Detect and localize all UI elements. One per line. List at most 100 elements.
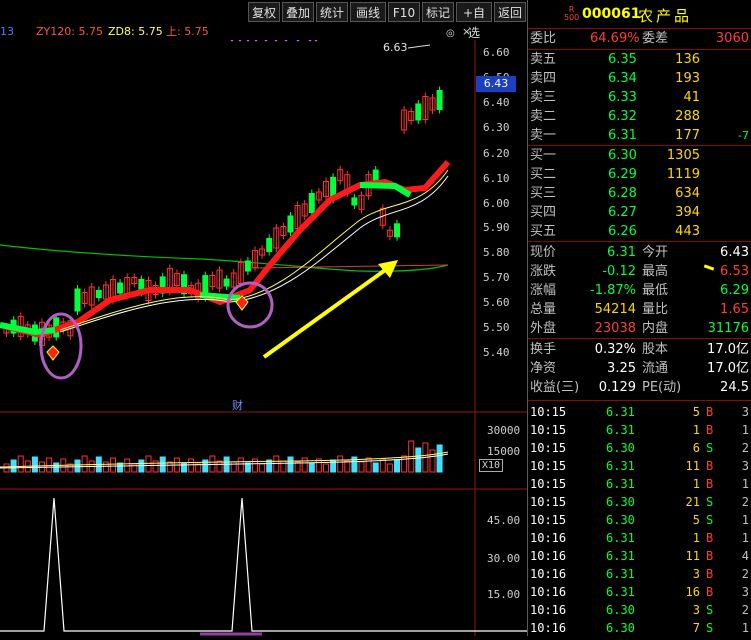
buy-level-label: 买一: [530, 148, 557, 163]
tick-count: 1: [741, 477, 749, 491]
stat-row: 收益(三) 0.129 PE(动) 24.5: [528, 379, 751, 397]
tick-side: S: [706, 441, 714, 455]
tick-row[interactable]: 10:15 6.31 5 B 3: [528, 403, 751, 421]
quote-row: 外盘 23038 内盘 31176: [528, 320, 751, 338]
price-axis-tick: 6.00: [483, 197, 510, 210]
tick-price: 6.31: [606, 459, 635, 473]
tick-row[interactable]: 10:15 6.31 11 B 3: [528, 457, 751, 475]
volume-bar: [273, 455, 280, 473]
sell-level-label: 卖二: [530, 109, 557, 124]
tick-volume: 11: [685, 549, 700, 563]
price-axis-tick: 6.60: [483, 46, 510, 59]
back-button[interactable]: 返回: [494, 2, 526, 22]
tick-count: 1: [741, 513, 749, 527]
add-watchlist-button[interactable]: +自选: [456, 2, 492, 40]
tick-price: 6.31: [606, 549, 635, 563]
volume-bar: [216, 460, 223, 473]
quote-value-left: 54214: [594, 302, 636, 317]
tick-time: 10:15: [530, 495, 567, 509]
volume-bar: [74, 459, 81, 473]
tick-row[interactable]: 10:16 6.30 3 S 2: [528, 601, 751, 619]
weicha-label: 委差: [642, 31, 669, 46]
chart-canvas: [0, 38, 527, 636]
tick-volume: 7: [692, 621, 700, 635]
sell-level-row[interactable]: 卖一 6.31 177 -7: [528, 127, 751, 145]
tick-price: 6.31: [606, 567, 635, 581]
candlesticks: [3, 86, 443, 350]
restore-rights-button[interactable]: 复权: [248, 2, 280, 22]
volume-bar: [131, 463, 138, 473]
kline-chart[interactable]: 6.606.506.406.306.206.106.005.905.805.70…: [0, 38, 527, 636]
tick-row[interactable]: 10:15 6.31 1 B 1: [528, 475, 751, 493]
buy-level-volume: 443: [675, 224, 700, 239]
buy-level-price: 6.26: [608, 224, 637, 239]
stat-value-left: 3.25: [607, 361, 636, 376]
stock-badge-bottom: 500: [564, 13, 580, 22]
tick-price: 6.31: [606, 531, 635, 545]
stat-value-left: 0.129: [598, 380, 636, 395]
tick-row[interactable]: 10:16 6.31 3 B 2: [528, 565, 751, 583]
volume-bar: [394, 459, 400, 473]
buy-level-volume: 634: [675, 186, 700, 201]
tick-side: S: [706, 621, 714, 635]
tick-row[interactable]: 10:15 6.30 5 S 1: [528, 511, 751, 529]
tick-row[interactable]: 10:16 6.31 11 B 4: [528, 547, 751, 565]
tick-time: 10:15: [530, 459, 567, 473]
buy-level-row[interactable]: 买三 6.28 634: [528, 185, 751, 203]
sell-level-row[interactable]: 卖四 6.34 193: [528, 70, 751, 88]
tick-row[interactable]: 10:15 6.31 1 B 1: [528, 421, 751, 439]
tick-side: S: [706, 495, 714, 509]
buy-level-row[interactable]: 买一 6.30 1305: [528, 147, 751, 165]
price-axis-tick: 6.10: [483, 172, 510, 185]
stock-code: 000061: [582, 6, 641, 22]
weibi-row: 委比 64.69% 委差 3060: [528, 30, 751, 48]
osc-axis-15: 15.00: [487, 588, 521, 601]
sell-level-row[interactable]: 卖五 6.35 136: [528, 51, 751, 69]
buy-level-label: 买四: [530, 205, 557, 220]
tick-row[interactable]: 10:15 6.30 6 S 2: [528, 439, 751, 457]
quote-row: 涨幅 -1.87% 最低 6.29: [528, 282, 751, 300]
tick-side: B: [706, 459, 714, 473]
volume-bar: [81, 455, 88, 473]
price-axis-tick: 6.30: [483, 121, 510, 134]
tick-row[interactable]: 10:15 6.30 21 S 2: [528, 493, 751, 511]
sell-level-row[interactable]: 卖三 6.33 41: [528, 89, 751, 107]
buy-level-row[interactable]: 买五 6.26 443: [528, 223, 751, 241]
mark-button[interactable]: 标记: [422, 2, 454, 22]
price-axis-tick: 5.60: [483, 296, 510, 309]
tick-row[interactable]: 10:16 6.30 7 S 1: [528, 619, 751, 637]
stat-row: 净资 3.25 流通 17.0亿: [528, 360, 751, 378]
quote-label-right: 今开: [642, 245, 669, 260]
finance-marker[interactable]: 财: [232, 397, 243, 413]
sell-level-volume: 177: [675, 128, 700, 143]
volume-bar: [415, 447, 422, 473]
tick-time: 10:16: [530, 549, 567, 563]
buy-signal-diamond-left: [46, 345, 60, 361]
volume-bar: [259, 463, 266, 473]
tick-side: B: [706, 405, 714, 419]
tick-count: 4: [741, 549, 749, 563]
tick-time: 10:16: [530, 603, 567, 617]
quote-value-right: 6.43: [720, 245, 749, 260]
stock-name: 农产品: [638, 7, 693, 25]
quote-label-left: 涨幅: [530, 283, 557, 298]
tick-count: 2: [741, 441, 749, 455]
volume-bar: [344, 460, 351, 473]
tick-row[interactable]: 10:16 6.31 16 B 3: [528, 583, 751, 601]
buy-level-row[interactable]: 买四 6.27 394: [528, 204, 751, 222]
f10-button[interactable]: F10: [388, 2, 420, 22]
volume-bar: [301, 457, 308, 473]
statistics-button[interactable]: 统计: [316, 2, 348, 22]
sell-level-price: 6.33: [608, 90, 637, 105]
signal-dot: [284, 38, 288, 42]
buy-level-row[interactable]: 买二 6.29 1119: [528, 166, 751, 184]
osc-axis-45: 45.00: [487, 514, 521, 527]
draw-line-button[interactable]: 画线: [350, 2, 386, 22]
close-indicator-icon[interactable]: ×: [462, 24, 471, 40]
tick-count: 2: [741, 495, 749, 509]
sell-level-row[interactable]: 卖二 6.32 288: [528, 108, 751, 126]
overlay-button[interactable]: 叠加: [282, 2, 314, 22]
tick-row[interactable]: 10:16 6.31 1 B 1: [528, 529, 751, 547]
buy-level-price: 6.28: [608, 186, 637, 201]
indicator-legend: 13 ZY120: 5.75 ZD8: 5.75 上: 5.75 ◎ ×: [0, 24, 527, 40]
